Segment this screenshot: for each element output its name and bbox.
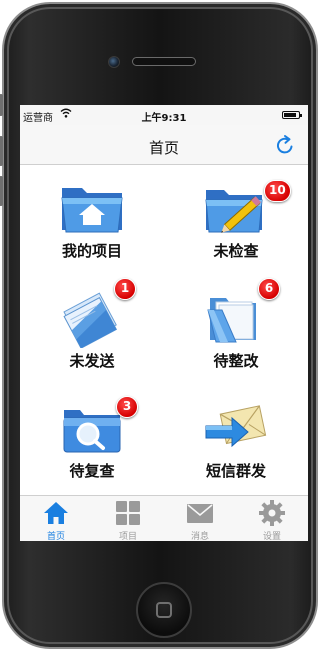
- home-icon: [43, 500, 69, 526]
- grid-item-to-rectify[interactable]: 6 待整改: [164, 276, 308, 386]
- battery-icon: [282, 111, 302, 119]
- tab-messages[interactable]: 消息: [164, 496, 236, 541]
- status-bar: 运营商 上午9:31: [20, 105, 308, 125]
- status-time: 上午9:31: [141, 113, 187, 124]
- mail-icon: [187, 500, 213, 526]
- grid-item-my-projects[interactable]: 我的项目: [20, 166, 164, 276]
- tab-label: 设置: [262, 532, 281, 541]
- grid-item-unchecked[interactable]: 10 未检查: [164, 166, 308, 276]
- grid-item-label: 短信群发: [205, 462, 266, 480]
- navigation-bar: 首页: [20, 125, 308, 165]
- earpiece-speaker: [132, 57, 196, 66]
- tab-label: 首页: [46, 532, 65, 541]
- tab-settings[interactable]: 设置: [236, 496, 308, 541]
- gear-icon: [259, 500, 285, 526]
- refresh-icon[interactable]: [274, 134, 296, 156]
- tab-home[interactable]: 首页: [20, 496, 92, 541]
- folder-home-icon: [58, 180, 126, 238]
- envelope-arrow-icon: [202, 400, 270, 458]
- open-folder-icon: [202, 290, 270, 348]
- grid-item-sms-broadcast[interactable]: 短信群发: [164, 386, 308, 496]
- home-button[interactable]: [136, 582, 192, 638]
- tab-label: 项目: [118, 532, 137, 541]
- tab-projects[interactable]: 项目: [92, 496, 164, 541]
- volume-down-button: [0, 176, 3, 206]
- grid-item-label: 我的项目: [61, 242, 122, 260]
- grid-item-label: 未发送: [69, 352, 115, 370]
- tab-label: 消息: [190, 532, 209, 541]
- grid-item-label: 未检查: [213, 242, 259, 260]
- folder-pencil-icon: [202, 180, 270, 238]
- mute-switch: [0, 94, 3, 116]
- grid-icon: [115, 500, 141, 526]
- grid-item-unsent[interactable]: 1 未发送: [20, 276, 164, 386]
- unsent-badge: 1: [114, 278, 136, 300]
- documents-icon: [58, 290, 126, 349]
- to-review-badge: 3: [116, 396, 138, 418]
- grid-item-label: 待复查: [69, 462, 115, 480]
- grid-item-label: 待整改: [213, 352, 259, 370]
- page-title: 首页: [148, 139, 179, 157]
- to-rectify-badge: 6: [258, 278, 280, 300]
- tab-bar: 首页 项目 消息 设置: [20, 495, 308, 541]
- front-camera: [108, 56, 120, 68]
- home-grid: 我的项目 10 未检查 1 未发送 6 待整改 3 待复查 短信群发: [20, 166, 308, 496]
- unchecked-badge: 10: [264, 180, 291, 202]
- phone-frame: 运营商 上午9:31 首页 我的项目 10 未检查 1 未发送 6 待整改 3 …: [0, 2, 318, 649]
- volume-up-button: [0, 136, 3, 166]
- grid-item-to-review[interactable]: 3 待复查: [20, 386, 164, 496]
- screen: 运营商 上午9:31 首页 我的项目 10 未检查 1 未发送 6 待整改 3 …: [20, 105, 308, 541]
